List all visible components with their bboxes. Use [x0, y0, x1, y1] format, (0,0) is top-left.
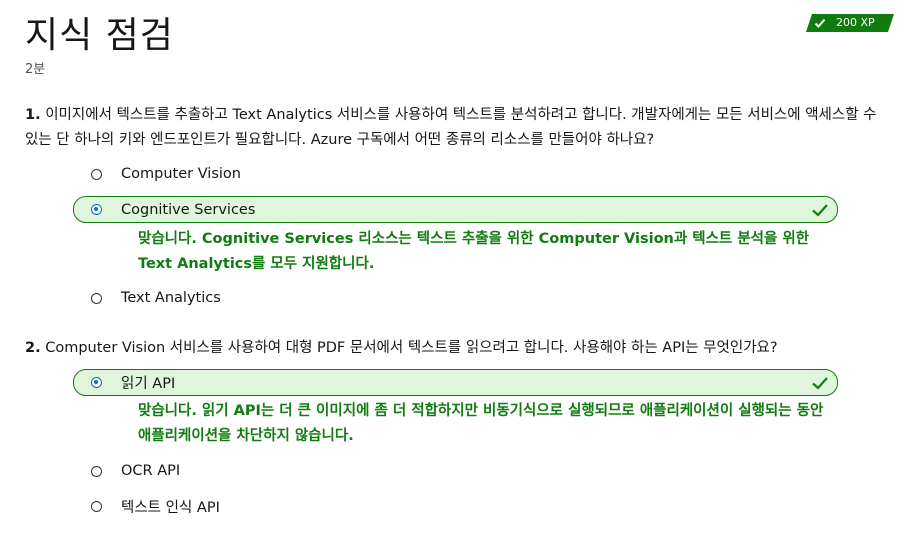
question-2: 2. Computer Vision 서비스를 사용하여 대형 PDF 문서에서… [25, 336, 885, 361]
radio-button-icon[interactable] [91, 500, 102, 512]
answer-option-label: OCR API [121, 463, 181, 479]
checkmark-icon [812, 377, 828, 390]
answer-feedback: 맞습니다. Cognitive Services 리소스는 텍스트 추출을 위한… [138, 231, 810, 272]
radio-button-icon[interactable] [91, 292, 102, 304]
answer-option-correct[interactable]: Cognitive Services [73, 196, 838, 223]
radio-button-icon[interactable] [91, 168, 102, 180]
xp-badge: 200 XP [806, 14, 894, 32]
answer-option[interactable]: Text Analytics [73, 285, 838, 311]
question-number: 1. [25, 107, 41, 123]
checkmark-icon [812, 204, 828, 217]
answer-feedback: 맞습니다. 읽기 API는 더 큰 이미지에 좀 더 적합하지만 비동기식으로 … [138, 403, 824, 444]
duration-label: 2분 [25, 62, 46, 77]
answer-option[interactable]: 텍스트 인식 API [73, 493, 838, 519]
answer-option[interactable]: OCR API [73, 458, 838, 484]
radio-button-icon[interactable] [91, 204, 102, 215]
checkmark-icon [814, 17, 826, 29]
answer-option-label: Computer Vision [121, 166, 241, 182]
answer-option-label: 텍스트 인식 API [121, 499, 220, 516]
question-text: 이미지에서 텍스트를 추출하고 Text Analytics 서비스를 사용하여… [25, 107, 877, 148]
xp-badge-label: 200 XP [836, 16, 875, 29]
answer-option[interactable]: Computer Vision [73, 161, 838, 187]
page-title: 지식 점검 [25, 15, 174, 56]
answer-option-label: 읽기 API [121, 376, 176, 392]
radio-button-icon[interactable] [91, 377, 102, 388]
answer-option-label: Cognitive Services [121, 201, 256, 218]
answer-option-correct[interactable]: 읽기 API [73, 369, 838, 396]
question-1: 1. 이미지에서 텍스트를 추출하고 Text Analytics 서비스를 사… [25, 103, 885, 153]
radio-button-icon[interactable] [91, 465, 102, 477]
answer-option-label: Text Analytics [121, 290, 221, 306]
question-text: Computer Vision 서비스를 사용하여 대형 PDF 문서에서 텍스… [45, 340, 778, 356]
question-number: 2. [25, 340, 41, 356]
